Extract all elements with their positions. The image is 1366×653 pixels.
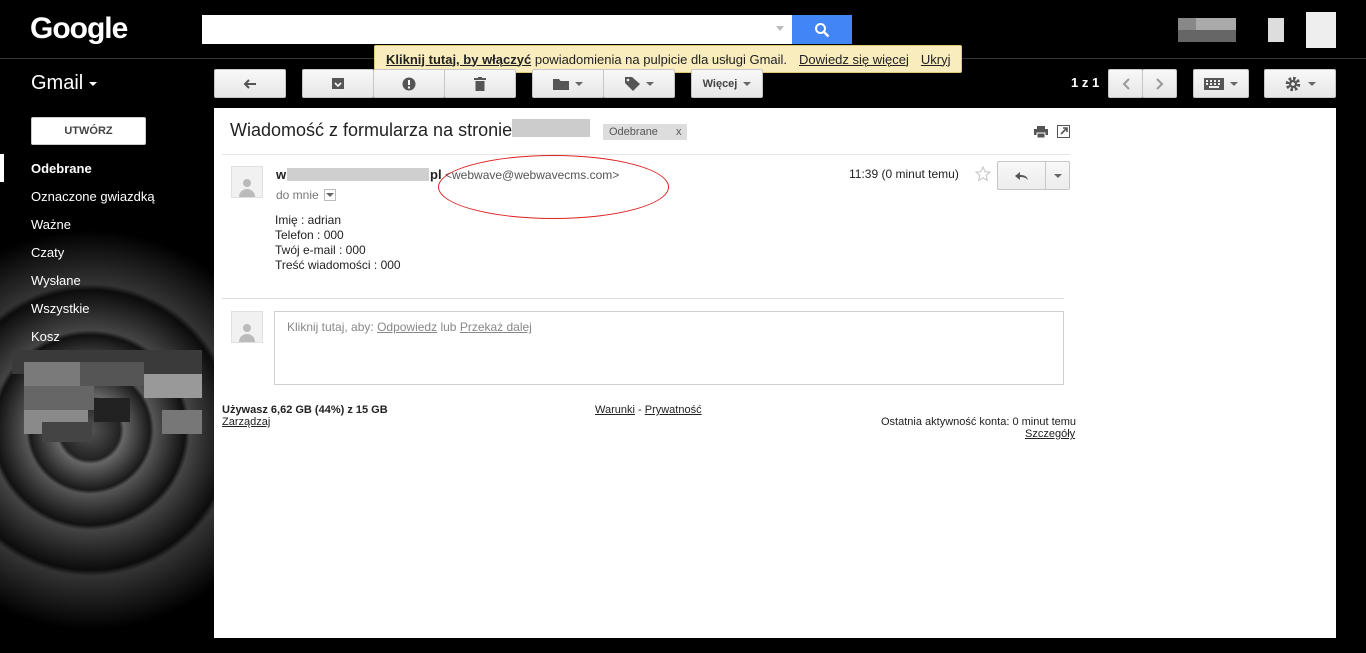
sender-avatar xyxy=(231,166,263,198)
reply-button[interactable] xyxy=(998,162,1046,189)
privacy-link[interactable]: Prywatność xyxy=(645,404,702,416)
older-button[interactable] xyxy=(1142,69,1177,98)
sender-name-blurred xyxy=(287,168,429,181)
quick-reply-prompt: Kliknij tutaj, aby: Odpowiedz lub Przeka… xyxy=(287,320,532,334)
star-icon[interactable] xyxy=(975,166,991,182)
reply-icon xyxy=(1014,171,1028,180)
search-options-caret-icon[interactable] xyxy=(776,26,784,31)
settings-button[interactable] xyxy=(1264,69,1336,98)
active-nav-indicator xyxy=(0,154,4,182)
sidebar-item-starred[interactable]: Oznaczone gwiazdką xyxy=(31,189,155,204)
manage-link-text[interactable]: Zarządzaj xyxy=(222,416,270,428)
chevron-down-icon xyxy=(743,81,752,86)
print-icon[interactable] xyxy=(1034,126,1048,138)
reply-button-group xyxy=(997,161,1070,190)
back-to-inbox-button[interactable] xyxy=(214,69,286,98)
delete-button[interactable] xyxy=(444,69,516,98)
gmail-app-switcher[interactable]: Gmail xyxy=(31,72,98,95)
show-details-button[interactable] xyxy=(323,189,336,201)
archive-button[interactable] xyxy=(302,69,374,98)
body-line-name: Imię : adrian xyxy=(275,213,342,227)
label-tag-icon xyxy=(624,76,640,91)
move-to-button[interactable] xyxy=(532,69,604,98)
person-icon xyxy=(239,179,255,197)
details-link-text[interactable]: Szczegóły xyxy=(1025,428,1075,440)
reply-more-button[interactable] xyxy=(1046,162,1069,189)
chevron-down-icon xyxy=(1308,81,1316,86)
search-button[interactable] xyxy=(792,15,852,44)
recipient-text: do mnie xyxy=(276,188,319,202)
enable-notifications-link[interactable]: Kliknij tutaj, by włączyć xyxy=(386,52,531,67)
back-arrow-icon xyxy=(243,78,256,89)
annotation-red-ellipse xyxy=(438,155,669,219)
labels-button[interactable] xyxy=(603,69,675,98)
sidebar-labels-blurred[interactable] xyxy=(12,350,202,442)
recipient-line: do mnie xyxy=(276,188,336,202)
subject-divider xyxy=(222,154,1070,155)
terms-link[interactable]: Warunki xyxy=(595,404,635,416)
search-input[interactable] xyxy=(202,15,792,44)
sidebar-item-all-mail[interactable]: Wszystkie xyxy=(31,301,90,316)
gear-icon xyxy=(1285,76,1301,91)
google-logo[interactable]: Google xyxy=(30,12,128,46)
message-subject: Wiadomość z formularza na stronie xyxy=(230,120,513,140)
learn-more-link[interactable]: Dowiedz się więcej xyxy=(799,52,909,67)
chevron-down-icon xyxy=(325,193,334,197)
chevron-down-icon xyxy=(89,81,98,86)
compose-button[interactable]: UTWÓRZ xyxy=(31,117,146,145)
more-label: Więcej xyxy=(702,77,738,90)
open-new-window-icon[interactable] xyxy=(1057,125,1070,138)
body-line-phone: Telefon : 000 xyxy=(275,228,344,242)
forward-link[interactable]: Przekaż dalej xyxy=(460,320,532,334)
message-time: 11:39 (0 minut temu) xyxy=(849,167,959,181)
app-name: Gmail xyxy=(31,72,84,94)
subject-blurred-part xyxy=(512,119,590,137)
remove-label-button[interactable]: x xyxy=(676,126,682,138)
input-tools-button[interactable] xyxy=(1193,69,1249,98)
reply-link[interactable]: Odpowiedz xyxy=(377,320,437,334)
chevron-down-icon xyxy=(1230,81,1238,86)
label-chip-inbox[interactable]: Odebrane x xyxy=(603,124,688,140)
sidebar-item-sent[interactable]: Wysłane xyxy=(31,273,81,288)
sidebar-item-inbox[interactable]: Odebrane xyxy=(31,161,92,176)
terms-privacy: Warunki - Prywatność xyxy=(595,404,702,416)
message-divider xyxy=(222,298,1064,299)
body-line-email: Twój e-mail : 000 xyxy=(275,243,366,257)
chevron-down-icon xyxy=(645,81,654,86)
report-spam-button[interactable] xyxy=(373,69,445,98)
reply-avatar xyxy=(231,311,263,343)
terms-separator: - xyxy=(638,404,642,416)
label-chip-text: Odebrane xyxy=(609,126,658,138)
trash-icon xyxy=(474,76,486,91)
more-actions-button[interactable]: Więcej xyxy=(691,69,763,98)
newer-button[interactable] xyxy=(1108,69,1143,98)
notice-text: powiadomienia na pulpicie dla usługi Gma… xyxy=(534,51,788,67)
chevron-left-icon xyxy=(1122,77,1130,90)
pagination-count: 1 z 1 xyxy=(1071,75,1100,90)
sidebar-item-trash[interactable]: Kosz xyxy=(31,329,60,344)
hide-notice-link[interactable]: Ukryj xyxy=(921,52,951,67)
archive-icon xyxy=(332,78,344,89)
activity-details-link[interactable]: Szczegóły xyxy=(1025,428,1075,440)
keyboard-icon xyxy=(1204,77,1224,90)
search-icon xyxy=(815,22,830,37)
sidebar-item-important[interactable]: Ważne xyxy=(31,217,71,232)
manage-storage-link[interactable]: Zarządzaj xyxy=(222,416,270,428)
reply-prompt-text: Kliknij tutaj, aby: xyxy=(287,320,374,334)
chevron-right-icon xyxy=(1155,77,1163,90)
storage-usage: Używasz 6,62 GB (44%) z 15 GB xyxy=(222,404,388,416)
chevron-down-icon xyxy=(1053,173,1062,178)
body-line-content: Treść wiadomości : 000 xyxy=(275,258,401,272)
reply-or-text: lub xyxy=(440,320,457,334)
chevron-down-icon xyxy=(575,81,583,86)
sidebar-item-chats[interactable]: Czaty xyxy=(31,245,64,260)
folder-icon xyxy=(553,78,569,90)
account-area-blurred[interactable] xyxy=(1178,12,1336,48)
last-activity: Ostatnia aktywność konta: 0 minut temu xyxy=(881,416,1077,428)
person-icon xyxy=(239,324,255,342)
sender-name-start[interactable]: w xyxy=(276,167,286,182)
spam-icon xyxy=(402,77,416,90)
